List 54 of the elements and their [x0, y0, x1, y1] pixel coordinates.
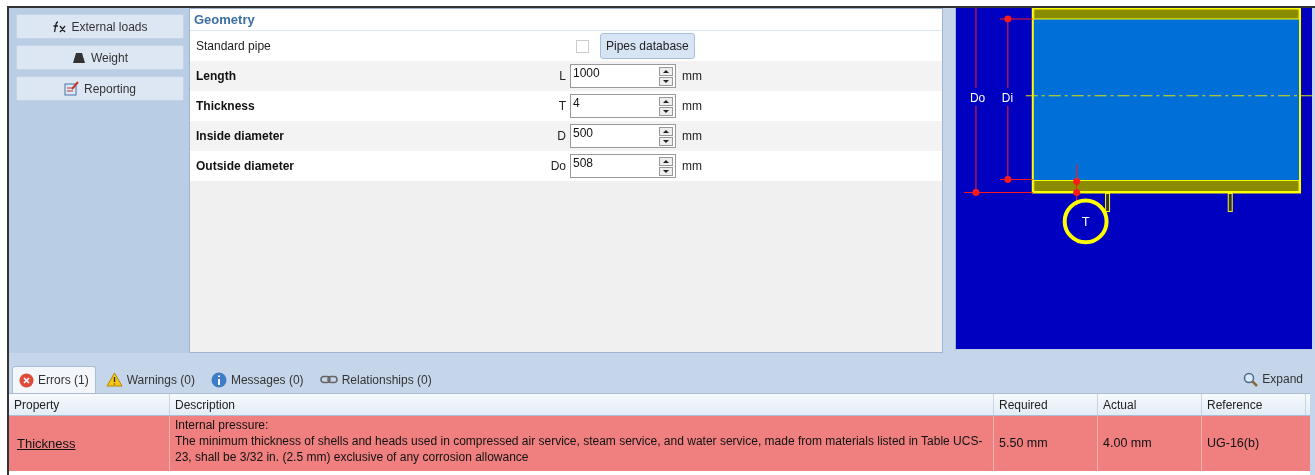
- unit-label: mm: [682, 68, 702, 85]
- section-title: Geometry: [193, 10, 255, 29]
- warning-icon: [105, 372, 123, 387]
- field-label: Standard pipe: [195, 38, 272, 55]
- magnifier-icon: [1243, 371, 1259, 387]
- table-cell: Internal pressure: The minimum thickness of shells and heads used in compressed air service, steam service, and water service, made from materials listed in Table UCS-23, shall be 3/32 in. (2.5 mm) exclusive of any corrosion allowance: [170, 416, 994, 471]
- column-header[interactable]: Property: [9, 394, 170, 415]
- field-label: Thickness: [195, 98, 256, 115]
- unit-label: mm: [682, 98, 702, 115]
- chain-link-icon: [319, 375, 338, 384]
- field-symbol: D: [556, 128, 567, 145]
- column-header[interactable]: Required: [994, 394, 1098, 415]
- info-icon: [210, 371, 227, 388]
- issue-tab[interactable]: Messages (0): [204, 366, 310, 393]
- weight-icon: [71, 51, 86, 64]
- column-header[interactable]: Actual: [1098, 394, 1202, 415]
- report-icon: [64, 81, 79, 96]
- table-cell: 4.00 mm: [1098, 416, 1202, 471]
- issue-tab[interactable]: Errors (1): [12, 366, 96, 393]
- pipes-database-button[interactable]: Pipes database: [600, 33, 695, 59]
- field-label: Outside diameter: [195, 158, 296, 175]
- property-link[interactable]: Thickness: [17, 433, 76, 454]
- issue-tab[interactable]: Warnings (0): [99, 366, 201, 393]
- marker-circle: [1062, 198, 1109, 245]
- function-icon: [52, 20, 67, 33]
- column-header[interactable]: Reference: [1202, 394, 1306, 415]
- table-cell: 5.50 mm: [994, 416, 1098, 471]
- unit-label: mm: [682, 158, 702, 175]
- number-field[interactable]: 500: [570, 124, 676, 148]
- spin-buttons[interactable]: [659, 155, 675, 177]
- spin-buttons[interactable]: [659, 95, 675, 117]
- sidebar-button[interactable]: Reporting: [16, 76, 184, 101]
- sidebar-button[interactable]: Weight: [16, 45, 184, 70]
- field-symbol: Do: [549, 158, 567, 175]
- spin-buttons[interactable]: [659, 65, 675, 87]
- sidebar-button[interactable]: External loads: [16, 14, 184, 39]
- unit-label: mm: [682, 128, 702, 145]
- column-header[interactable]: Description: [170, 394, 994, 415]
- field-label: Inside diameter: [195, 128, 286, 145]
- spin-buttons[interactable]: [659, 125, 675, 147]
- number-field[interactable]: 508: [570, 154, 676, 178]
- dimension-label: Di: [1001, 90, 1014, 105]
- checkbox[interactable]: [576, 39, 589, 53]
- table-cell-text: UG-16(b): [1206, 435, 1261, 453]
- number-field[interactable]: 4: [570, 94, 676, 118]
- error-icon: [19, 372, 34, 388]
- field-symbol: T: [557, 98, 567, 115]
- marker-label: T: [1081, 214, 1090, 230]
- issue-tab[interactable]: Relationships (0): [313, 366, 438, 393]
- expand-button[interactable]: Expand: [1243, 367, 1303, 391]
- dimension-label: Do: [969, 90, 986, 105]
- number-field[interactable]: 1000: [570, 64, 676, 88]
- field-label: Length: [195, 68, 237, 85]
- field-symbol: L: [558, 68, 567, 85]
